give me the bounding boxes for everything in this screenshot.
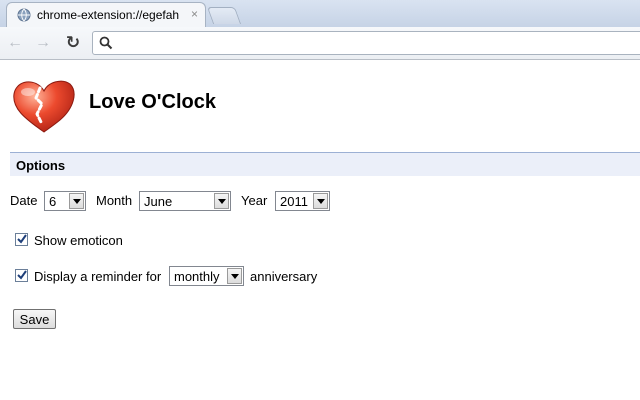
month-value: June [144, 194, 173, 209]
chevron-down-icon [227, 268, 242, 284]
options-section-header: Options [10, 152, 640, 176]
date-label: Date [10, 193, 38, 208]
checkmark-icon [17, 270, 27, 280]
month-select[interactable]: June [139, 191, 231, 211]
year-select[interactable]: 2011 [275, 191, 330, 211]
checkmark-icon [17, 234, 27, 244]
reminder-prefix-label: Display a reminder for [34, 269, 162, 284]
chevron-down-icon [214, 193, 229, 209]
address-bar[interactable] [92, 31, 640, 55]
month-label: Month [96, 193, 133, 208]
save-button[interactable]: Save [13, 309, 56, 329]
reminder-frequency-value: monthly [174, 269, 220, 284]
reminder-frequency-select[interactable]: monthly [169, 266, 244, 286]
new-tab-button[interactable] [206, 7, 242, 24]
year-value: 2011 [280, 194, 308, 209]
reload-icon[interactable]: ↻ [64, 34, 82, 52]
show-emoticon-label: Show emoticon [34, 233, 123, 248]
chevron-down-icon [313, 193, 328, 209]
broken-heart-icon [13, 80, 75, 133]
date-select[interactable]: 6 [44, 191, 86, 211]
forward-arrow-icon[interactable]: → [34, 34, 52, 52]
section-title: Options [16, 158, 66, 173]
browser-tab[interactable]: chrome-extension://egefah × [6, 2, 206, 27]
show-emoticon-checkbox[interactable] [15, 233, 28, 246]
year-label: Year [241, 193, 268, 208]
reminder-suffix-label: anniversary [250, 269, 318, 284]
app-title: Love O'Clock [89, 91, 217, 113]
close-icon[interactable]: × [191, 7, 198, 21]
back-arrow-icon[interactable]: ← [6, 34, 24, 52]
browser-titlebar: chrome-extension://egefah × [0, 0, 640, 27]
reminder-checkbox[interactable] [15, 269, 28, 282]
chevron-down-icon [69, 193, 84, 209]
globe-icon [17, 8, 31, 22]
browser-toolbar: ← → ↻ [0, 27, 640, 60]
tab-title: chrome-extension://egefah [37, 8, 180, 22]
date-value: 6 [49, 194, 57, 209]
search-icon [99, 36, 113, 50]
